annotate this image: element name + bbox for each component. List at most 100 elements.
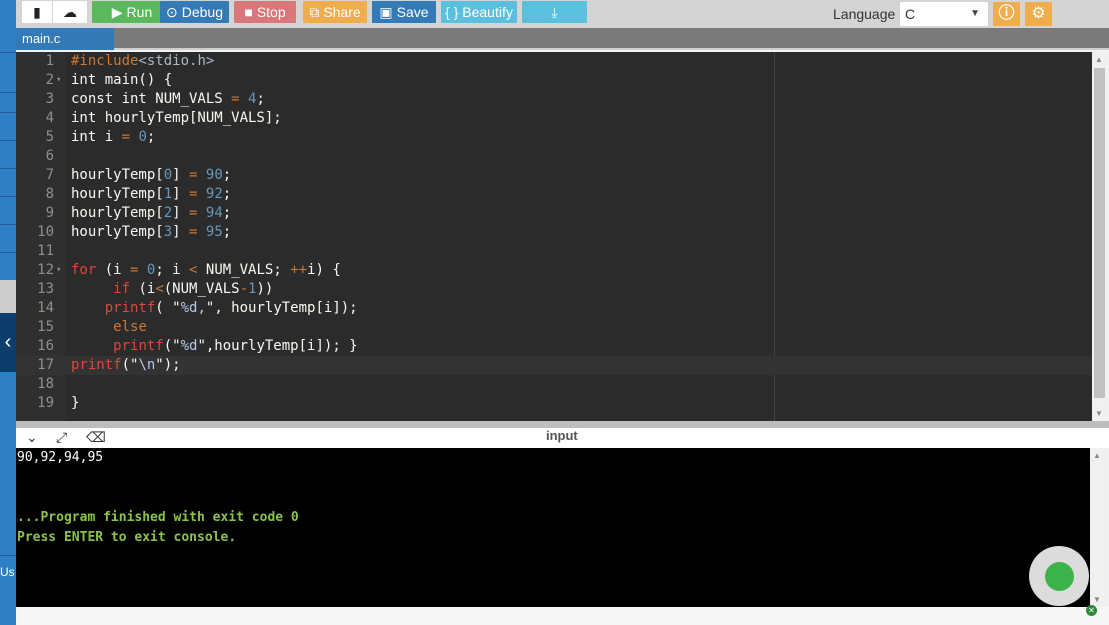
line-number: 2 (45, 72, 54, 88)
code-text: else (71, 318, 147, 337)
code-text: hourlyTemp[2] = 94; (71, 204, 231, 223)
scroll-up-icon[interactable]: ▲ (1093, 451, 1101, 460)
code-token: hourlyTemp[ (71, 224, 164, 240)
play-icon: ▶ (111, 4, 123, 20)
code-line[interactable]: 4 int hourlyTemp[NUM_VALS]; (16, 109, 1092, 128)
code-token: 90 (205, 167, 223, 183)
code-line[interactable]: 19} (16, 394, 1092, 413)
code-line[interactable]: 6 (16, 147, 1092, 166)
code-token: 94 (205, 205, 223, 221)
code-line[interactable]: 9 hourlyTemp[2] = 94; (16, 204, 1092, 223)
beautify-button[interactable]: { } Beautify (441, 1, 517, 23)
scroll-up-icon[interactable]: ▲ (1095, 55, 1103, 64)
console-output[interactable]: 90,92,94,95 ...Program finished with exi… (16, 448, 1090, 607)
line-number: 7 (45, 167, 54, 183)
code-line[interactable]: 3 const int NUM_VALS = 4; (16, 90, 1092, 109)
sidebar-divider (0, 555, 16, 556)
code-token: hourlyTemp[ (71, 167, 164, 183)
console-input-label: input (546, 428, 578, 443)
code-token: ; (222, 224, 232, 240)
line-number: 1 (45, 53, 54, 69)
line-number: 6 (45, 148, 54, 164)
upload-button[interactable]: ☁ (53, 1, 87, 23)
chat-close-icon[interactable]: ✕ (1086, 605, 1097, 616)
share-button[interactable]: ⧉ Share (303, 1, 367, 23)
language-select[interactable]: C ▼ (900, 2, 988, 26)
editor-scrollbar[interactable]: ▲ ▼ (1092, 52, 1107, 421)
line-number: 3 (45, 91, 54, 107)
code-line[interactable]: 18 (16, 375, 1092, 394)
code-line[interactable]: 13 if (i<(NUM_VALS-1)) (16, 280, 1092, 299)
save-button[interactable]: ▣ Save (372, 1, 436, 23)
code-text: hourlyTemp[0] = 90; (71, 166, 231, 185)
console-scrollbar[interactable]: ▲ ▼ (1090, 448, 1107, 607)
code-line[interactable]: 17 printf("\n"); (16, 356, 1092, 375)
scroll-down-icon[interactable]: ▼ (1093, 595, 1101, 604)
pane-splitter[interactable] (16, 421, 1109, 428)
code-token: else (113, 319, 147, 335)
press-enter-message: Press ENTER to exit console. (17, 530, 237, 545)
code-token: ] (172, 224, 190, 240)
sidebar-gap (0, 280, 16, 313)
collapse-chevron-icon[interactable]: ⌄ (26, 429, 38, 446)
code-token: hourlyTemp[ (71, 205, 164, 221)
code-token: )) (256, 281, 274, 297)
code-line[interactable]: 11 (16, 242, 1092, 261)
debug-button[interactable]: ⊙ Debug (160, 1, 229, 23)
code-text: const int NUM_VALS = 4; (71, 90, 265, 109)
line-number: 11 (37, 243, 54, 259)
code-line[interactable]: 16 printf("%d",hourlyTemp[i]); } (16, 337, 1092, 356)
code-line[interactable]: 2 ▾ int main() { (16, 71, 1092, 90)
code-token: printf (113, 338, 164, 354)
settings-button[interactable]: ⚙ (1025, 2, 1052, 26)
code-token: \n (138, 357, 156, 373)
code-line[interactable]: 12 ▾ for (i = 0; i < NUM_VALS; ++i) { (16, 261, 1092, 280)
code-editor[interactable]: 1 #include<stdio.h> 2 ▾ int main() {3 const i… (16, 52, 1092, 421)
download-button[interactable]: ⤓ (522, 1, 587, 23)
code-line[interactable]: 1 #include<stdio.h> (16, 52, 1092, 71)
code-line[interactable]: 5 int i = 0; (16, 128, 1092, 147)
code-token: "); (155, 357, 181, 373)
code-token: for (71, 262, 97, 278)
line-number: 10 (37, 224, 54, 240)
line-number: 14 (37, 300, 54, 316)
sidebar-bottom-text[interactable]: Us (0, 565, 15, 579)
scroll-down-icon[interactable]: ▼ (1095, 409, 1103, 418)
info-button[interactable]: ⓘ (993, 2, 1020, 26)
code-text: hourlyTemp[3] = 95; (71, 223, 231, 242)
chat-widget-button[interactable] (1029, 546, 1089, 606)
code-token: int hourlyTemp[NUM_VALS]; (71, 110, 282, 126)
scrollbar-thumb[interactable] (1094, 68, 1105, 398)
code-line[interactable]: 10 hourlyTemp[3] = 95; (16, 223, 1092, 242)
code-token: ; i (155, 262, 190, 278)
info-icon: ⓘ (998, 5, 1015, 22)
code-line[interactable]: 14 printf( "%d,", hourlyTemp[i]); (16, 299, 1092, 318)
new-file-button[interactable]: ▮ (22, 1, 52, 23)
sidebar-divider (0, 196, 16, 197)
line-number: 4 (45, 110, 54, 126)
debug-label: Debug (181, 4, 223, 20)
code-token: printf (71, 357, 122, 373)
code-token: } (71, 395, 80, 411)
tab-main-c[interactable]: main.c (16, 28, 114, 50)
expand-icon[interactable]: ⤢ (56, 429, 67, 446)
fold-arrow-icon[interactable]: ▾ (56, 261, 61, 280)
code-token: = (231, 91, 240, 107)
clear-console-icon[interactable]: ⌫ (86, 429, 106, 446)
code-line[interactable]: 8 hourlyTemp[1] = 92; (16, 185, 1092, 204)
code-line[interactable]: 7 hourlyTemp[0] = 90; (16, 166, 1092, 185)
code-line[interactable]: 15 else (16, 318, 1092, 337)
dropdown-arrow-icon: ▼ (970, 8, 980, 19)
stop-icon: ■ (244, 4, 253, 20)
stop-button[interactable]: ■ Stop (234, 1, 296, 23)
line-number: 17 (37, 357, 54, 373)
console-header: ⌄ ⤢ ⌫ input (16, 428, 1109, 448)
fold-arrow-icon[interactable]: ▾ (56, 71, 61, 90)
sidebar-collapse-icon[interactable]: ‹ (0, 313, 16, 372)
